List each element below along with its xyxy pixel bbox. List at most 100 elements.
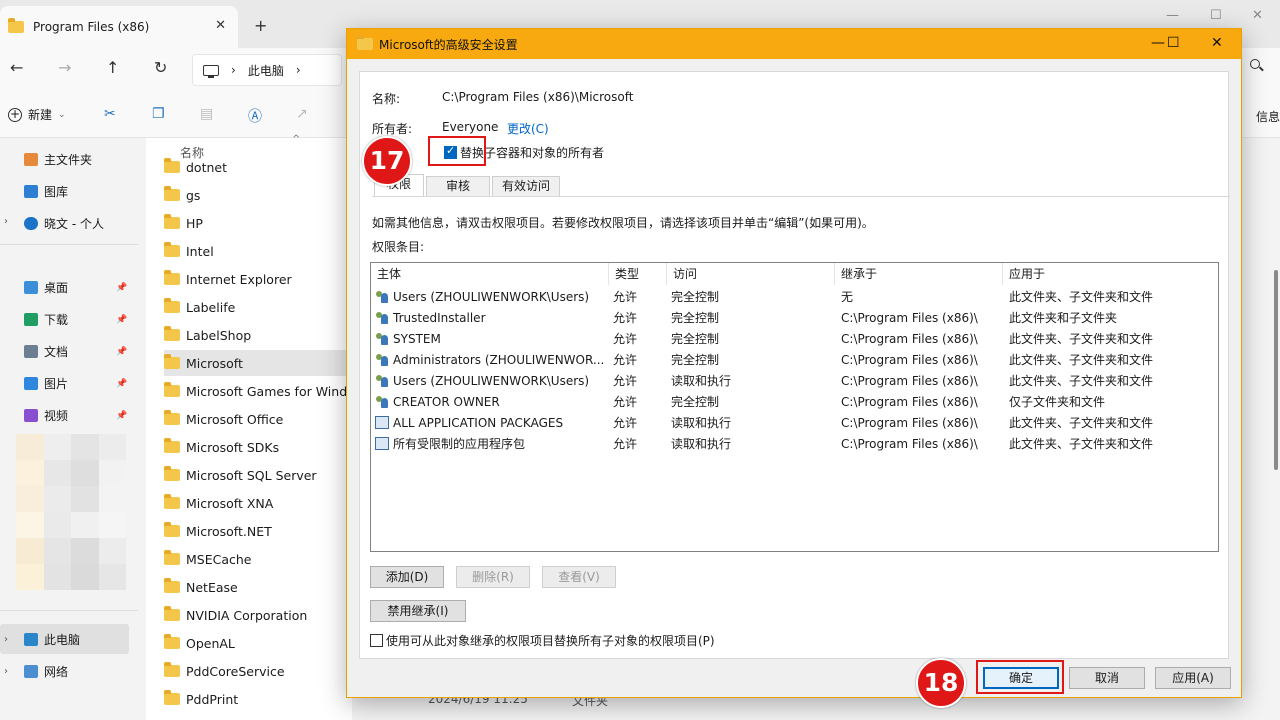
close-tab-icon[interactable]: ✕: [215, 18, 226, 33]
checkbox-unchecked-icon[interactable]: [370, 634, 383, 647]
nav-documents[interactable]: 文档: [24, 340, 68, 362]
file-list-item[interactable]: Internet Explorer: [164, 266, 352, 292]
file-name: NVIDIA Corporation: [186, 607, 308, 623]
file-list-item[interactable]: PddPrint: [164, 686, 352, 712]
column-header-principal[interactable]: 主体: [371, 263, 609, 285]
folder-icon: [164, 634, 180, 649]
close-dialog-icon[interactable]: ✕: [1211, 35, 1223, 51]
explorer-tab[interactable]: Program Files (x86) ✕: [0, 6, 238, 48]
cell-text: 此文件夹、子文件夹和文件: [1009, 290, 1154, 304]
file-list-item[interactable]: Microsoft: [164, 350, 352, 376]
folder-icon: [164, 298, 180, 313]
back-icon[interactable]: ←: [10, 58, 23, 77]
rename-icon[interactable]: Ⓐ: [248, 106, 262, 126]
cell-text: 完全控制: [671, 290, 720, 304]
expand-chevron-icon[interactable]: ›: [4, 634, 8, 645]
file-list-item[interactable]: HP: [164, 210, 352, 236]
nav-desktop[interactable]: 桌面: [24, 276, 68, 298]
dialog-title-bar[interactable]: Microsoft的高级安全设置 — ☐ ✕: [347, 29, 1241, 59]
tab-auditing[interactable]: 审核: [426, 176, 490, 196]
file-list-item[interactable]: PddCoreService: [164, 658, 352, 684]
pin-icon[interactable]: 📌: [116, 315, 127, 325]
column-header-applies-to[interactable]: 应用于: [1003, 263, 1218, 285]
permission-entry-row[interactable]: SYSTEM 允许 完全控制 C:\Program Files (x86)\ 此文件夹、…: [371, 329, 1218, 350]
column-header-type[interactable]: 类型: [609, 263, 667, 285]
permission-entry-row[interactable]: 所有受限制的应用程序包 允许 读取和执行 C:\Program Files (x86)…: [371, 434, 1218, 455]
nav-onedrive[interactable]: 晓文 - 个人: [24, 212, 104, 234]
nav-videos[interactable]: 视频: [24, 404, 68, 426]
breadcrumb-chevron-icon: ›: [295, 63, 301, 77]
cut-icon[interactable]: ✂: [104, 106, 116, 122]
permission-entry-row[interactable]: Users (ZHOULIWENWORK\Users) 允许 完全控制 无 此文件夹、子…: [371, 287, 1218, 308]
file-list-item[interactable]: Microsoft SQL Server: [164, 462, 352, 488]
disable-inheritance-button[interactable]: 禁用继承(I): [370, 600, 466, 622]
tab-effective-access[interactable]: 有效访问: [492, 176, 560, 196]
change-owner-link[interactable]: 更改(C): [507, 120, 549, 137]
file-list-item[interactable]: dotnet: [164, 154, 352, 180]
replace-child-permissions-checkbox[interactable]: 使用可从此对象继承的权限项目替换所有子对象的权限项目(P): [370, 632, 715, 649]
column-header-inherited-from[interactable]: 继承于: [835, 263, 1003, 285]
folder-icon: [164, 270, 180, 285]
minimize-icon[interactable]: —: [1151, 35, 1165, 51]
file-list-item[interactable]: NetEase: [164, 574, 352, 600]
file-list-item[interactable]: Microsoft XNA: [164, 490, 352, 516]
file-list-item[interactable]: NVIDIA Corporation: [164, 602, 352, 628]
nav-this-pc[interactable]: 此电脑: [24, 628, 80, 650]
cell-inherited: C:\Program Files (x86)\: [841, 308, 1001, 329]
share-icon[interactable]: ↗: [296, 106, 308, 122]
permission-entry-row[interactable]: Users (ZHOULIWENWORK\Users) 允许 读取和执行 C:\Pro…: [371, 371, 1218, 392]
nav-gallery[interactable]: 图库: [24, 180, 68, 202]
permission-entry-row[interactable]: TrustedInstaller 允许 完全控制 C:\Program Files (…: [371, 308, 1218, 329]
nav-home[interactable]: 主文件夹: [24, 148, 92, 170]
pin-icon[interactable]: 📌: [116, 411, 127, 421]
copy-icon[interactable]: ❐: [152, 106, 165, 122]
file-list-item[interactable]: Microsoft Office: [164, 406, 352, 432]
cancel-button[interactable]: 取消: [1069, 667, 1145, 689]
scrollbar[interactable]: [1274, 270, 1278, 470]
permission-entry-row[interactable]: CREATOR OWNER 允许 完全控制 C:\Program Files (x86…: [371, 392, 1218, 413]
tab-divider: [372, 196, 1230, 197]
breadcrumb-this-pc[interactable]: 此电脑: [248, 62, 284, 79]
file-list-item[interactable]: Intel: [164, 238, 352, 264]
maximize-icon[interactable]: ☐: [1167, 35, 1180, 51]
permission-entry-row[interactable]: Administrators (ZHOULIWENWOR... 允许 完全控制 C:\…: [371, 350, 1218, 371]
file-list-item[interactable]: LabelShop: [164, 322, 352, 348]
view-button[interactable]: 查看(V): [542, 566, 616, 588]
file-list-item[interactable]: OpenAL: [164, 630, 352, 656]
file-list-item[interactable]: Labelife: [164, 294, 352, 320]
forward-icon[interactable]: →: [58, 58, 71, 77]
file-list-item[interactable]: Microsoft Games for Windows: [164, 378, 352, 404]
paste-icon[interactable]: ▤: [200, 106, 213, 122]
apply-button[interactable]: 应用(A): [1155, 667, 1231, 689]
add-button[interactable]: 添加(D): [370, 566, 444, 588]
nav-downloads[interactable]: 下载: [24, 308, 68, 330]
expand-chevron-icon[interactable]: ›: [4, 666, 8, 677]
search-icon[interactable]: [1250, 59, 1260, 69]
file-list-item[interactable]: MSECache: [164, 546, 352, 572]
details-label[interactable]: 信息: [1256, 108, 1280, 125]
close-window-icon[interactable]: ✕: [1252, 8, 1263, 23]
address-bar[interactable]: › 此电脑 ›: [192, 54, 342, 86]
refresh-icon[interactable]: ↻: [154, 58, 167, 77]
up-icon[interactable]: ↑: [106, 58, 119, 77]
minimize-icon[interactable]: —: [1166, 8, 1179, 23]
new-tab-icon[interactable]: +: [254, 16, 267, 35]
pin-icon[interactable]: 📌: [116, 347, 127, 357]
home-icon: [24, 152, 38, 166]
file-list-item[interactable]: gs: [164, 182, 352, 208]
file-list-item[interactable]: Microsoft SDKs: [164, 434, 352, 460]
nav-network[interactable]: 网络: [24, 660, 68, 682]
file-name: dotnet: [186, 159, 227, 175]
cell-applies: 此文件夹、子文件夹和文件: [1009, 287, 1214, 308]
pin-icon[interactable]: 📌: [116, 379, 127, 389]
remove-button[interactable]: 删除(R): [456, 566, 530, 588]
new-button[interactable]: + 新建 ⌄: [8, 106, 66, 123]
folder-icon: [8, 18, 24, 33]
nav-pictures[interactable]: 图片: [24, 372, 68, 394]
pin-icon[interactable]: 📌: [116, 283, 127, 293]
file-list-item[interactable]: Microsoft.NET: [164, 518, 352, 544]
expand-chevron-icon[interactable]: ›: [4, 216, 8, 227]
permission-entry-row[interactable]: ALL APPLICATION PACKAGES 允许 读取和执行 C:\Progra…: [371, 413, 1218, 434]
column-header-access[interactable]: 访问: [667, 263, 835, 285]
maximize-icon[interactable]: ☐: [1210, 8, 1222, 23]
